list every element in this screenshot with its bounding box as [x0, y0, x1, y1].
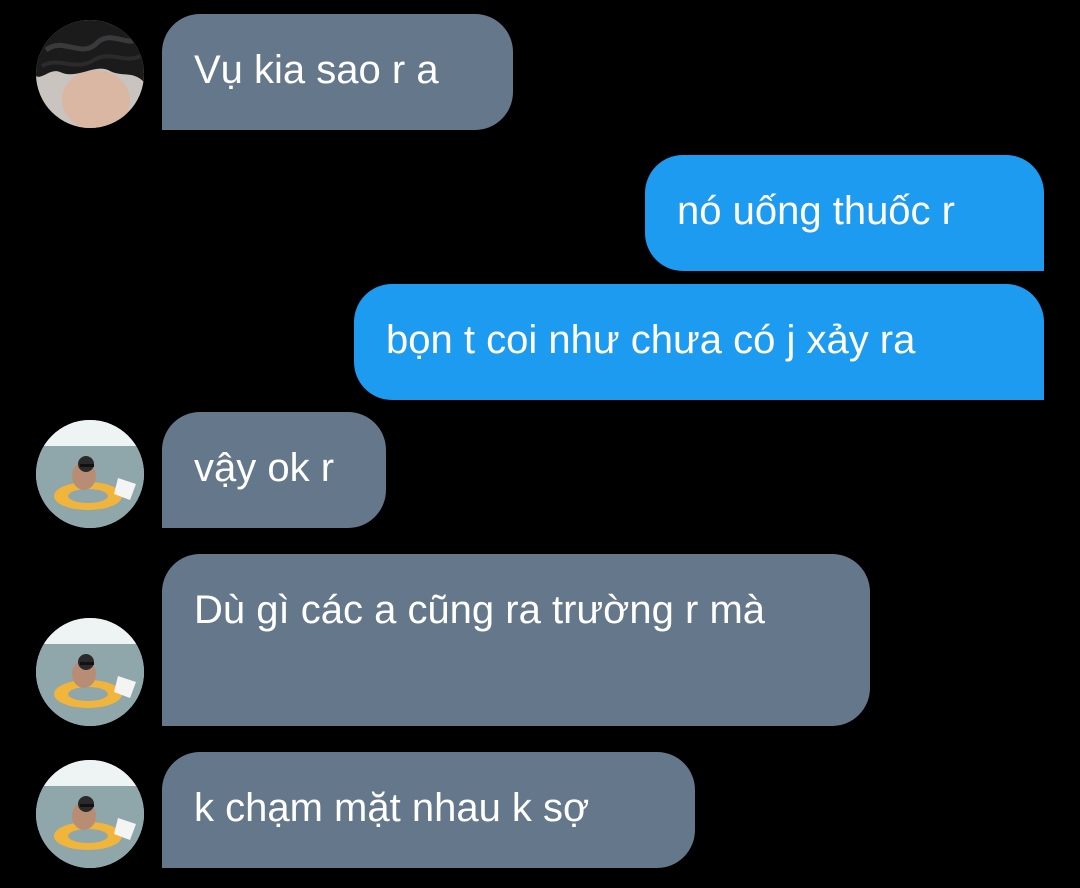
message-text: bọn t coi như chưa có j xảy ra [386, 318, 916, 362]
message-bubble-outgoing[interactable]: nó uống thuốc r [645, 155, 1044, 271]
message-bubble-incoming[interactable]: Dù gì các a cũng ra trường r mà [162, 554, 870, 726]
message-bubble-incoming[interactable]: k chạm mặt nhau k sợ [162, 752, 695, 868]
message-bubble-outgoing[interactable]: bọn t coi như chưa có j xảy ra [354, 284, 1044, 400]
person-avatar-icon [36, 760, 144, 868]
chat-thread: Vụ kia sao r a nó uống thuốc r bọn t coi… [0, 0, 1080, 888]
message-text: nó uống thuốc r [677, 189, 955, 233]
avatar-beach-float[interactable] [36, 420, 144, 528]
avatar-beach-float[interactable] [36, 760, 144, 868]
person-avatar-icon [36, 420, 144, 528]
message-text: Vụ kia sao r a [194, 48, 439, 92]
person-avatar-icon [36, 20, 144, 128]
message-bubble-incoming[interactable]: vậy ok r [162, 412, 386, 528]
avatar-beach-float[interactable] [36, 618, 144, 726]
avatar-dark-hair[interactable] [36, 20, 144, 128]
person-avatar-icon [36, 618, 144, 726]
message-bubble-incoming[interactable]: Vụ kia sao r a [162, 14, 513, 130]
message-text: Dù gì các a cũng ra trường r mà [194, 588, 766, 632]
message-text: k chạm mặt nhau k sợ [194, 786, 590, 830]
message-text: vậy ok r [194, 446, 335, 490]
